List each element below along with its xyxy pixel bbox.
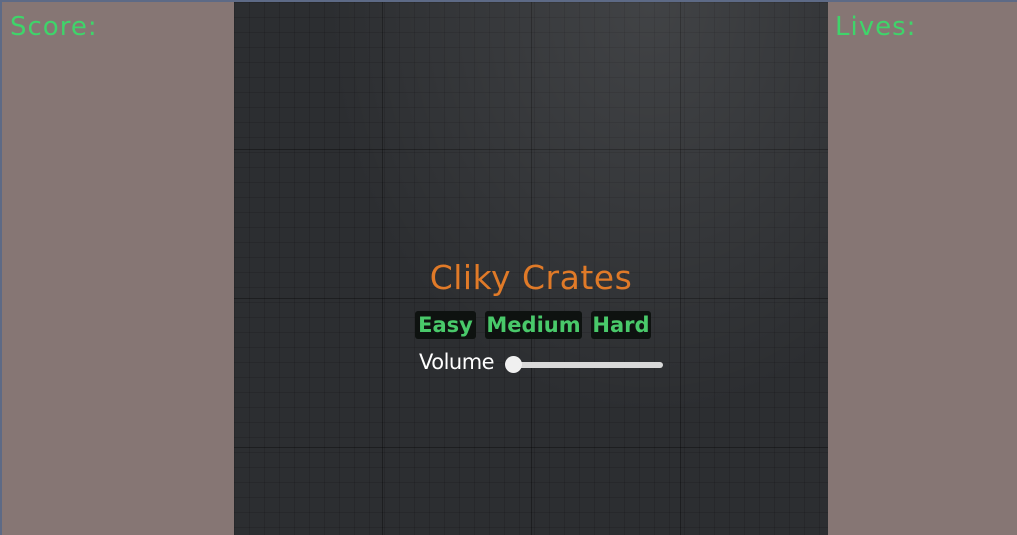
game-title: Cliky Crates [429, 258, 633, 297]
volume-slider-handle[interactable] [505, 356, 522, 373]
easy-button[interactable]: Easy [415, 311, 476, 339]
lives-label: Lives: [835, 12, 917, 42]
hard-button[interactable]: Hard [591, 311, 651, 339]
score-label: Score: [10, 12, 98, 42]
volume-slider[interactable] [510, 362, 663, 368]
medium-button[interactable]: Medium [485, 311, 582, 339]
game-screen: Score: Lives: Cliky Crates Easy Medium H… [0, 0, 1017, 535]
volume-label: Volume [419, 350, 495, 374]
